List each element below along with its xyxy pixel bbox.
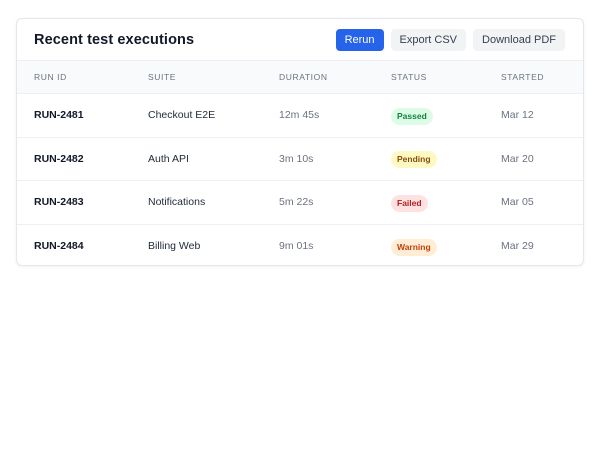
run-id-cell: RUN-2483 <box>34 196 84 209</box>
table-row[interactable]: RUN-2482 Auth API 3m 10s Pending Mar 20 <box>17 138 583 181</box>
status-cell: Pending <box>391 149 501 169</box>
column-header-status[interactable]: STATUS <box>391 72 501 82</box>
run-id-cell: RUN-2481 <box>34 109 84 122</box>
suite-cell: Billing Web <box>148 240 201 253</box>
started-cell: Mar 29 <box>501 240 534 253</box>
status-badge: Failed <box>391 194 428 212</box>
run-id-cell: RUN-2482 <box>34 152 84 165</box>
status-badge: Pending <box>391 151 437 169</box>
card-title: Recent test executions <box>34 31 195 48</box>
table-row[interactable]: RUN-2481 Checkout E2E 12m 45s Passed Mar… <box>17 94 583 138</box>
table-row[interactable]: RUN-2484 Billing Web 9m 01s Warning Mar … <box>17 225 583 266</box>
table-header-row: RUN ID SUITE DURATION STATUS STARTED <box>17 61 583 94</box>
column-header-duration[interactable]: DURATION <box>279 72 391 82</box>
started-cell: Mar 05 <box>501 196 534 209</box>
duration-cell: 12m 45s <box>279 109 320 122</box>
status-badge: Warning <box>391 238 437 256</box>
table-body: RUN-2481 Checkout E2E 12m 45s Passed Mar… <box>17 94 583 266</box>
test-executions-card: Recent test executions Rerun Export CSV … <box>16 18 584 266</box>
duration-cell: 3m 10s <box>279 152 314 165</box>
export-csv-button[interactable]: Export CSV <box>390 28 467 51</box>
download-pdf-button[interactable]: Download PDF <box>473 28 565 51</box>
started-cell: Mar 12 <box>501 109 534 122</box>
column-header-suite[interactable]: SUITE <box>148 72 279 82</box>
header-actions: Rerun Export CSV Download PDF <box>335 28 565 51</box>
duration-cell: 5m 22s <box>279 196 314 209</box>
duration-cell: 9m 01s <box>279 240 314 253</box>
status-badge: Passed <box>391 107 433 125</box>
suite-cell: Notifications <box>148 196 206 209</box>
status-cell: Warning <box>391 237 501 256</box>
rerun-button[interactable]: Rerun <box>335 28 384 51</box>
started-cell: Mar 20 <box>501 152 534 165</box>
run-id-cell: RUN-2484 <box>34 240 84 253</box>
column-header-started[interactable]: STARTED <box>501 72 581 82</box>
suite-cell: Checkout E2E <box>148 109 216 122</box>
card-header: Recent test executions Rerun Export CSV … <box>17 19 583 61</box>
suite-cell: Auth API <box>148 152 189 165</box>
table-row[interactable]: RUN-2483 Notifications 5m 22s Failed Mar… <box>17 181 583 225</box>
column-header-run-id[interactable]: RUN ID <box>34 72 148 82</box>
status-cell: Passed <box>391 106 501 125</box>
status-cell: Failed <box>391 193 501 212</box>
